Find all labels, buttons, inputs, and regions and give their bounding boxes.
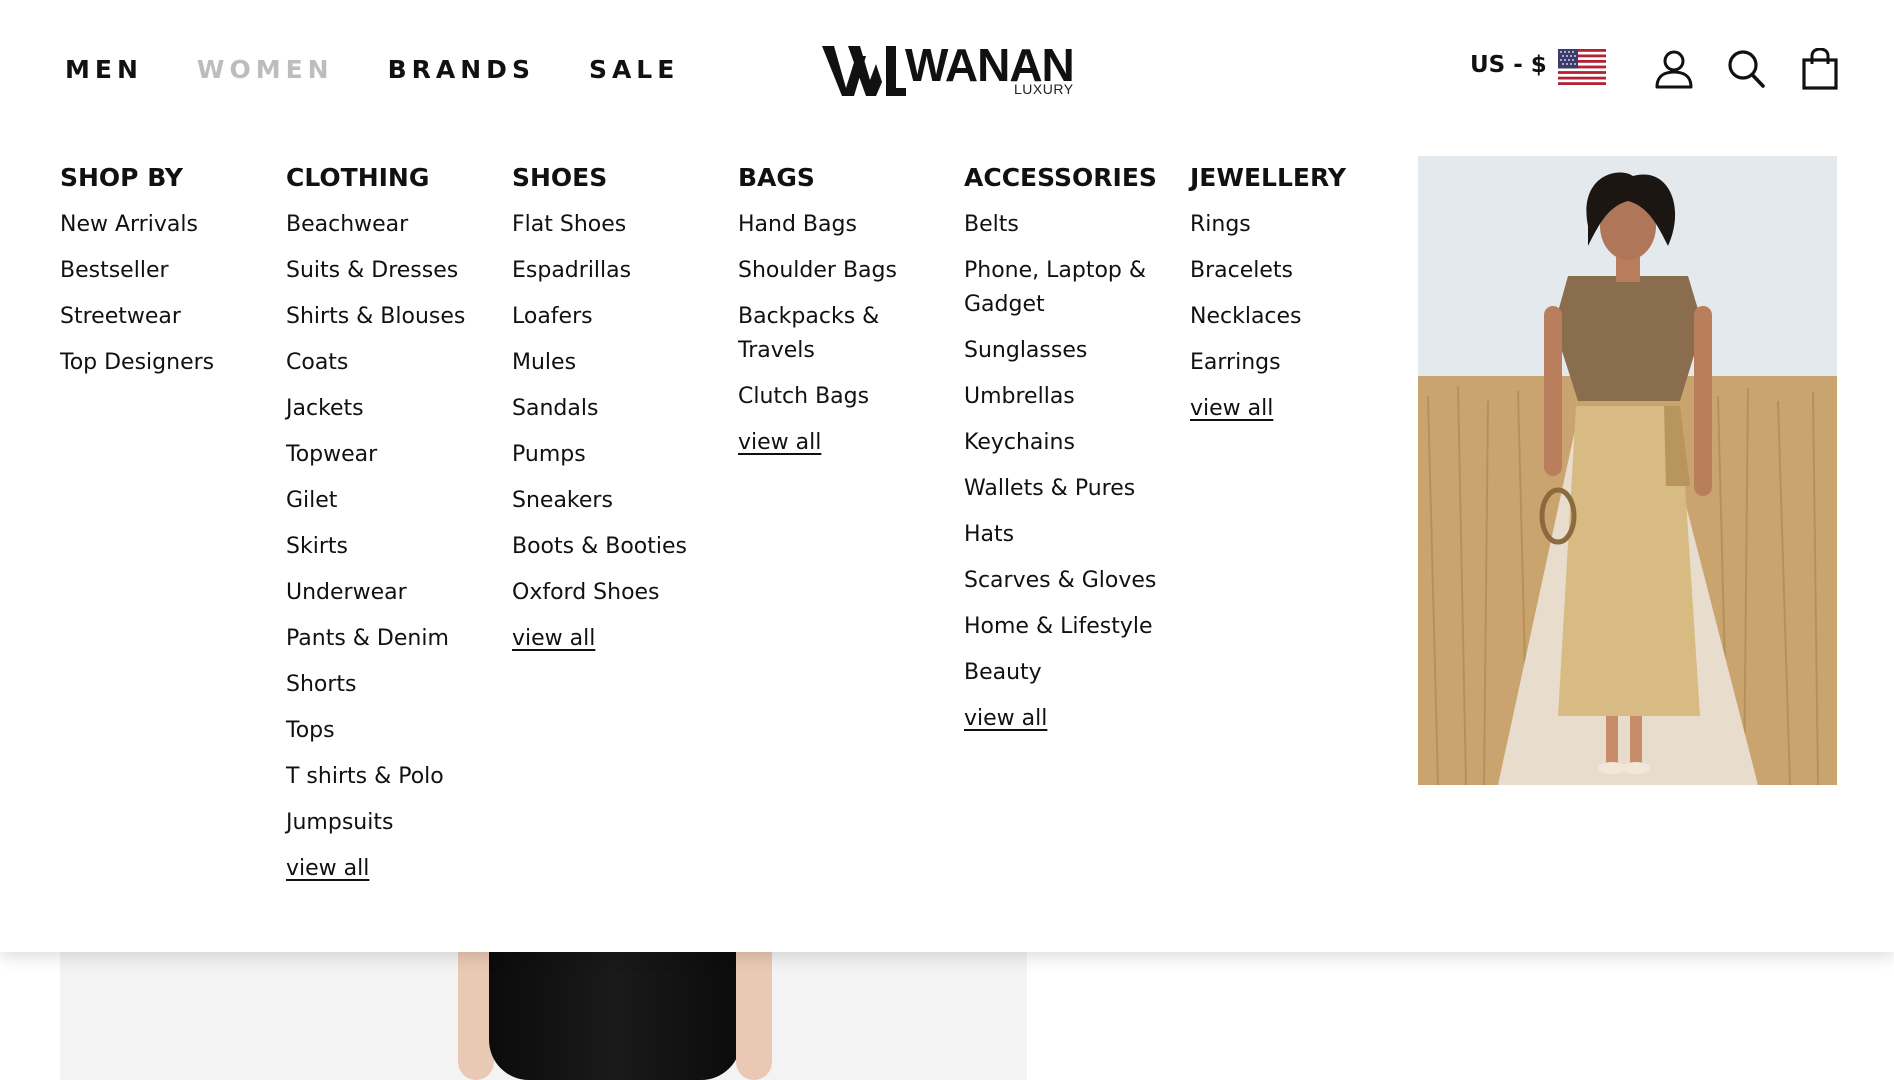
menu-link-necklaces[interactable]: Necklaces [1190,300,1400,334]
menu-heading-shoes[interactable]: SHOES [512,162,722,194]
menu-link-coats[interactable]: Coats [286,346,496,380]
menu-column-bags: BAGS Hand Bags Shoulder Bags Backpacks &… [738,162,948,472]
menu-link-hats[interactable]: Hats [964,518,1174,552]
menu-link-umbrellas[interactable]: Umbrellas [964,380,1174,414]
menu-link-wallets-pures[interactable]: Wallets & Pures [964,472,1174,506]
menu-link-new-arrivals[interactable]: New Arrivals [60,208,270,242]
promo-image[interactable] [1418,156,1837,785]
menu-heading-shop-by[interactable]: SHOP BY [60,162,270,194]
menu-link-mules[interactable]: Mules [512,346,722,380]
menu-heading-jewellery[interactable]: JEWELLERY [1190,162,1400,194]
menu-link-skirts[interactable]: Skirts [286,530,496,564]
promo-model-illustration [1418,156,1837,785]
menu-link-jackets[interactable]: Jackets [286,392,496,426]
currency-selector[interactable]: US - $ [1470,52,1547,78]
menu-link-underwear[interactable]: Underwear [286,576,496,610]
menu-link-sunglasses[interactable]: Sunglasses [964,334,1174,368]
menu-heading-bags[interactable]: BAGS [738,162,948,194]
product-image[interactable] [60,950,1027,1080]
menu-link-espadrillas[interactable]: Espadrillas [512,254,722,288]
model-arm-right [736,950,772,1080]
menu-link-tops[interactable]: Tops [286,714,496,748]
us-flag-icon[interactable] [1558,49,1606,85]
menu-link-keychains[interactable]: Keychains [964,426,1174,460]
menu-heading-clothing[interactable]: CLOTHING [286,162,496,194]
logo-w-mark-icon [822,46,906,96]
nav-men[interactable]: MEN [65,50,143,90]
background-page-content [0,950,1894,1080]
menu-link-shirts-blouses[interactable]: Shirts & Blouses [286,300,496,334]
women-mega-menu: SHOP BY New Arrivals Bestseller Streetwe… [0,100,1894,952]
search-icon[interactable] [1726,48,1766,90]
menu-link-scarves-gloves[interactable]: Scarves & Gloves [964,564,1174,598]
menu-link-boots-booties[interactable]: Boots & Booties [512,530,722,564]
nav-sale[interactable]: SALE [589,50,679,90]
menu-link-suits-dresses[interactable]: Suits & Dresses [286,254,496,288]
menu-link-rings[interactable]: Rings [1190,208,1400,242]
nav-women[interactable]: WOMEN [197,50,334,90]
menu-link-oxford-shoes[interactable]: Oxford Shoes [512,576,722,610]
menu-link-jumpsuits[interactable]: Jumpsuits [286,806,496,840]
menu-column-clothing: CLOTHING Beachwear Suits & Dresses Shirt… [286,162,496,898]
menu-link-phone-laptop-gadget[interactable]: Phone, Laptop & Gadget [964,254,1174,322]
menu-link-tshirts-polo[interactable]: T shirts & Polo [286,760,496,794]
menu-column-shop-by: SHOP BY New Arrivals Bestseller Streetwe… [60,162,270,392]
menu-link-bestseller[interactable]: Bestseller [60,254,270,288]
menu-link-accessories-view-all[interactable]: view all [964,702,1174,736]
menu-link-shoulder-bags[interactable]: Shoulder Bags [738,254,948,288]
logo-subtitle: LUXURY [1014,81,1074,97]
menu-link-clothing-view-all[interactable]: view all [286,852,496,886]
site-header: MEN WOMEN BRANDS SALE WANAN LUXURY US - … [0,0,1894,100]
menu-link-gilet[interactable]: Gilet [286,484,496,518]
menu-link-backpacks-travels[interactable]: Backpacks & Travels [738,300,948,368]
menu-link-streetwear[interactable]: Streetwear [60,300,270,334]
menu-link-earrings[interactable]: Earrings [1190,346,1400,380]
menu-link-sneakers[interactable]: Sneakers [512,484,722,518]
menu-link-clutch-bags[interactable]: Clutch Bags [738,380,948,414]
menu-link-top-designers[interactable]: Top Designers [60,346,270,380]
user-icon[interactable] [1654,48,1694,90]
menu-link-jewellery-view-all[interactable]: view all [1190,392,1400,426]
menu-link-pants-denim[interactable]: Pants & Denim [286,622,496,656]
menu-column-accessories: ACCESSORIES Belts Phone, Laptop & Gadget… [964,162,1174,748]
menu-link-sandals[interactable]: Sandals [512,392,722,426]
menu-link-bags-view-all[interactable]: view all [738,426,948,460]
menu-link-loafers[interactable]: Loafers [512,300,722,334]
black-dress [489,950,741,1080]
menu-link-hand-bags[interactable]: Hand Bags [738,208,948,242]
menu-link-beauty[interactable]: Beauty [964,656,1174,690]
menu-link-topwear[interactable]: Topwear [286,438,496,472]
menu-link-beachwear[interactable]: Beachwear [286,208,496,242]
menu-link-shoes-view-all[interactable]: view all [512,622,722,656]
site-logo[interactable]: WANAN LUXURY [820,40,1080,100]
menu-link-shorts[interactable]: Shorts [286,668,496,702]
menu-heading-accessories[interactable]: ACCESSORIES [964,162,1174,194]
menu-link-home-lifestyle[interactable]: Home & Lifestyle [964,610,1174,644]
menu-link-pumps[interactable]: Pumps [512,438,722,472]
menu-link-flat-shoes[interactable]: Flat Shoes [512,208,722,242]
main-nav: MEN WOMEN BRANDS SALE [65,50,733,90]
menu-column-shoes: SHOES Flat Shoes Espadrillas Loafers Mul… [512,162,722,668]
menu-column-jewellery: JEWELLERY Rings Bracelets Necklaces Earr… [1190,162,1400,438]
menu-link-belts[interactable]: Belts [964,208,1174,242]
nav-brands[interactable]: BRANDS [388,50,535,90]
shopping-bag-icon[interactable] [1800,48,1840,90]
menu-link-bracelets[interactable]: Bracelets [1190,254,1400,288]
